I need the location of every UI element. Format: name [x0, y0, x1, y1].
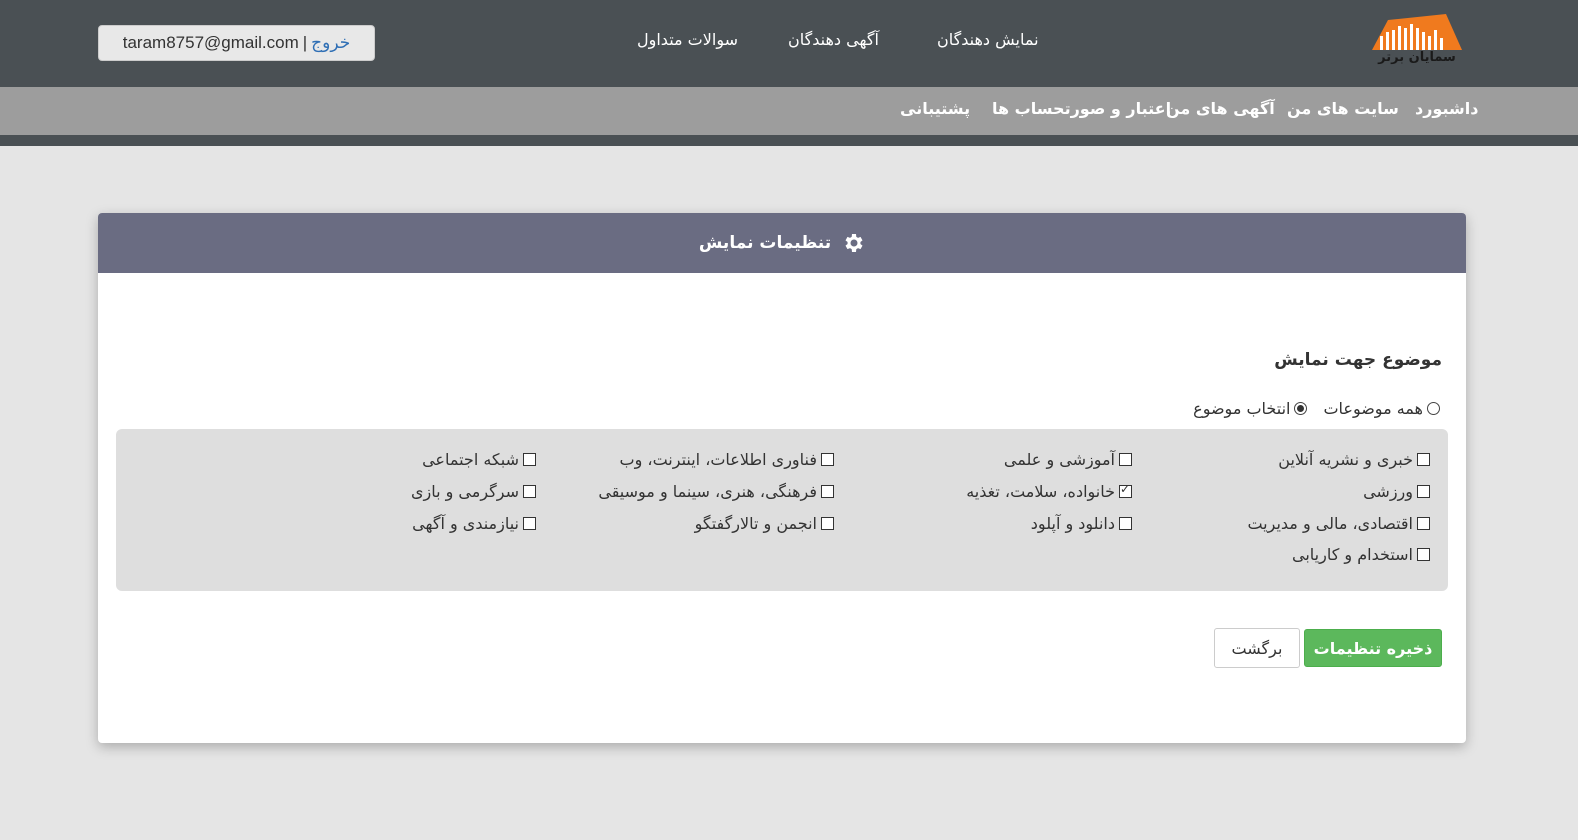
topic-sports[interactable]: ورزشی	[1363, 482, 1430, 501]
topic-family-label: خانواده، سلامت، تغذیه	[966, 482, 1115, 501]
card-header: تنظیمات نمایش	[98, 213, 1466, 273]
topic-culture-label: فرهنگی، هنری، سینما و موسیقی	[598, 482, 817, 501]
save-settings-button[interactable]: ذخیره تنظیمات	[1304, 629, 1442, 667]
topic-economy-checkbox[interactable]	[1417, 517, 1430, 530]
topic-download-checkbox[interactable]	[1119, 517, 1132, 530]
topic-games[interactable]: سرگرمی و بازی	[411, 482, 536, 501]
radio-all-topics[interactable]: همه موضوعات	[1323, 399, 1440, 418]
topic-games-checkbox[interactable]	[523, 485, 536, 498]
topic-economy-label: اقتصادی، مالی و مدیریت	[1247, 514, 1413, 533]
settings-card: تنظیمات نمایش موضوع جهت نمایش همه موضوعا…	[98, 213, 1466, 743]
topic-news-checkbox[interactable]	[1417, 453, 1430, 466]
sub-nav: داشبورد سایت های من آگهی های من اعتبار و…	[0, 87, 1578, 135]
subnav-my-ads[interactable]: آگهی های من	[1166, 99, 1275, 118]
back-button[interactable]: برگشت	[1214, 628, 1300, 668]
topic-it[interactable]: فناوری اطلاعات، اینترنت، وب	[620, 450, 834, 469]
subnav-billing[interactable]: اعتبار و صورتحساب ها	[992, 99, 1171, 118]
nav-advertisers[interactable]: آگهی دهندگان	[788, 30, 879, 49]
topic-forum-label: انجمن و تالارگفتگو	[694, 514, 817, 533]
nav-faq[interactable]: سوالات متداول	[637, 30, 738, 49]
topic-it-label: فناوری اطلاعات، اینترنت، وب	[619, 450, 817, 469]
topic-mode-radios: همه موضوعات انتخاب موضوع	[1193, 399, 1440, 418]
topic-social-label: شبکه اجتماعی	[422, 450, 519, 469]
topic-classifieds-checkbox[interactable]	[523, 517, 536, 530]
topic-family[interactable]: خانواده، سلامت، تغذیه	[966, 482, 1132, 501]
radio-all-topics-circle[interactable]	[1427, 402, 1440, 415]
radio-select-topic-circle[interactable]	[1294, 402, 1308, 415]
topic-it-checkbox[interactable]	[821, 453, 834, 466]
topic-jobs-checkbox[interactable]	[1417, 548, 1430, 561]
subnav-support[interactable]: پشتیبانی	[900, 99, 970, 118]
topic-news-label: خبری و نشریه آنلاین	[1278, 450, 1413, 469]
radio-select-topic-label: انتخاب موضوع	[1193, 399, 1291, 418]
account-separator: |	[302, 33, 308, 52]
topic-jobs[interactable]: استخدام و کاریابی	[1292, 545, 1430, 564]
topic-family-checkbox[interactable]	[1119, 482, 1132, 498]
subnav-my-sites[interactable]: سایت های من	[1287, 99, 1399, 118]
topic-forum[interactable]: انجمن و تالارگفتگو	[695, 514, 834, 533]
radio-all-topics-label: همه موضوعات	[1323, 399, 1423, 418]
card-title: تنظیمات نمایش	[698, 233, 832, 253]
radio-select-topic[interactable]: انتخاب موضوع	[1193, 399, 1308, 418]
topic-culture-checkbox[interactable]	[821, 485, 834, 498]
subnav-dashboard[interactable]: داشبورد	[1415, 99, 1478, 118]
topic-education[interactable]: آموزشی و علمی	[1004, 450, 1132, 469]
logout-link[interactable]: خروج	[311, 33, 350, 53]
topic-economy[interactable]: اقتصادی، مالی و مدیریت	[1247, 514, 1430, 533]
topic-games-label: سرگرمی و بازی	[410, 482, 519, 501]
topic-classifieds[interactable]: نیازمندی و آگهی	[412, 514, 536, 533]
topic-download[interactable]: دانلود و آپلود	[1031, 514, 1132, 533]
topic-culture[interactable]: فرهنگی، هنری، سینما و موسیقی	[598, 482, 834, 501]
topic-social-checkbox[interactable]	[523, 453, 536, 466]
topic-education-checkbox[interactable]	[1119, 453, 1132, 466]
topic-forum-checkbox[interactable]	[821, 517, 834, 530]
topic-news[interactable]: خبری و نشریه آنلاین	[1278, 450, 1430, 469]
nav-publishers[interactable]: نمایش دهندگان	[937, 30, 1039, 49]
topic-classifieds-label: نیازمندی و آگهی	[412, 514, 519, 533]
topics-panel: خبری و نشریه آنلاین ورزشی اقتصادی، مالی …	[116, 429, 1448, 591]
account-box: taram8757@gmail.com | خروج	[98, 25, 375, 61]
topic-download-label: دانلود و آپلود	[1030, 514, 1115, 533]
topic-social[interactable]: شبکه اجتماعی	[422, 450, 536, 469]
user-email: taram8757@gmail.com	[122, 33, 299, 52]
subnav-divider	[0, 135, 1578, 146]
topic-sports-label: ورزشی	[1363, 482, 1413, 501]
topic-jobs-label: استخدام و کاریابی	[1292, 545, 1413, 564]
gear-icon	[845, 234, 863, 252]
section-title: موضوع جهت نمایش	[1274, 350, 1442, 370]
topic-sports-checkbox[interactable]	[1417, 485, 1430, 498]
logo-text: سمایان برتر	[1378, 50, 1456, 65]
topic-education-label: آموزشی و علمی	[1003, 450, 1115, 469]
